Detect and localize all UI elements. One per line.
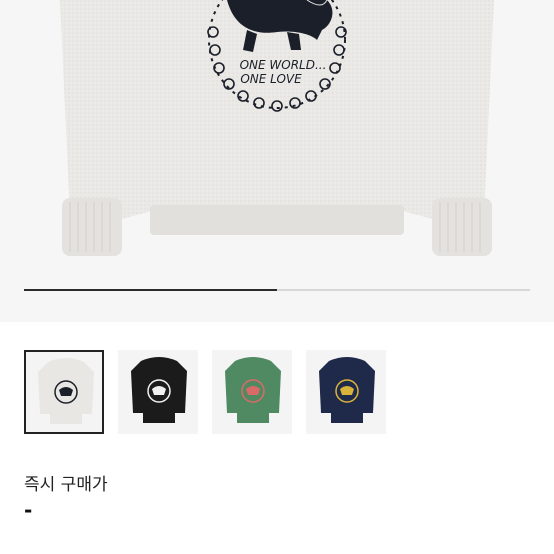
hoodie-thumbnail-navy-icon <box>319 357 375 423</box>
hoodie-thumbnail-ash-icon <box>38 358 94 424</box>
print-text-line1: ONE WORLD... <box>240 58 327 72</box>
thumbnail-ash[interactable] <box>24 350 104 434</box>
gallery-progress-bar <box>24 289 530 291</box>
hoodie-image: ONE WORLD... ONE LOVE <box>60 0 494 256</box>
instant-buy-price-value: - <box>24 498 33 522</box>
gallery-progress-fill <box>24 289 277 291</box>
instant-buy-price-label: 즉시 구매가 <box>24 475 108 495</box>
hoodie-thumbnail-green-icon <box>225 357 281 423</box>
thumbnail-navy[interactable] <box>306 350 386 434</box>
hoodie-thumbnail-black-icon <box>131 357 187 423</box>
product-image-viewer[interactable]: ONE WORLD... ONE LOVE <box>0 0 554 322</box>
thumbnail-green[interactable] <box>212 350 292 434</box>
thumbnail-black[interactable] <box>118 350 198 434</box>
print-text-line2: ONE LOVE <box>240 72 302 86</box>
